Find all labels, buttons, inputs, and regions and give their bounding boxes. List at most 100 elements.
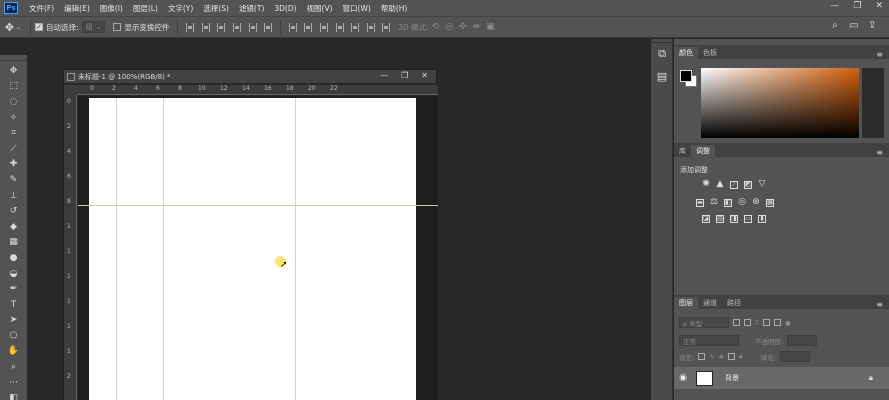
filter-shape-icon[interactable] — [762, 319, 770, 326]
tab-channels[interactable]: 通道 — [698, 297, 722, 309]
lock-position-icon[interactable]: ✥ — [719, 353, 724, 361]
guide-vertical[interactable] — [116, 98, 117, 400]
invert-icon[interactable]: ◪ — [702, 215, 710, 223]
crop-tool-icon[interactable]: ⌗ — [0, 125, 27, 141]
foreground-color-swatch[interactable] — [680, 70, 692, 82]
align-left-icon[interactable] — [232, 22, 241, 32]
document-restore-button[interactable]: ❐ — [401, 71, 408, 80]
menu-edit[interactable]: 编辑(E) — [59, 3, 95, 14]
distribute-right-icon[interactable] — [366, 22, 375, 32]
vibrance-icon[interactable]: ▽ — [758, 180, 766, 189]
filter-type-icon[interactable]: T — [755, 319, 759, 327]
posterize-icon[interactable]: ▥ — [716, 215, 724, 223]
auto-select-checkbox[interactable]: ✓ — [35, 23, 43, 31]
panel-menu-icon[interactable]: ≡ — [876, 148, 883, 157]
zoom-tool-icon[interactable]: ⌕ — [0, 359, 27, 375]
align-vcenter-icon[interactable] — [201, 22, 210, 32]
pasteboard[interactable]: ➚ — [78, 96, 438, 400]
menu-image[interactable]: 图像(I) — [95, 3, 128, 14]
filter-smart-object-icon[interactable] — [773, 319, 781, 326]
auto-select-dropdown[interactable]: 组 ⌄ — [81, 21, 106, 33]
history-brush-tool-icon[interactable]: ↺ — [0, 203, 27, 219]
tab-layers[interactable]: 图层 — [674, 297, 698, 309]
guide-vertical[interactable] — [163, 98, 164, 400]
lock-image-icon[interactable]: ✎ — [709, 353, 714, 361]
ruler-corner[interactable] — [64, 85, 77, 95]
toolbar-grip[interactable] — [0, 55, 27, 61]
hue-saturation-icon[interactable]: ▬ — [696, 199, 704, 207]
tab-swatches[interactable]: 色板 — [698, 47, 722, 59]
minimize-button[interactable]: — — [830, 1, 839, 11]
distribute-top-icon[interactable] — [288, 22, 297, 32]
blur-tool-icon[interactable]: ● — [0, 250, 27, 266]
guide-vertical[interactable] — [295, 98, 296, 400]
workspace-icon[interactable]: ▭ — [849, 20, 858, 31]
document-minimize-button[interactable]: — — [380, 71, 388, 80]
align-hcenter-icon[interactable] — [248, 22, 257, 32]
menu-type[interactable]: 文字(Y) — [163, 3, 198, 14]
eyedropper-tool-icon[interactable]: ⟋ — [0, 141, 27, 157]
lasso-tool-icon[interactable]: ◌ — [0, 94, 27, 110]
gradient-map-icon[interactable]: ▭ — [744, 215, 752, 223]
pen-tool-icon[interactable]: ✒ — [0, 281, 27, 297]
black-white-icon[interactable]: ◧ — [724, 199, 732, 207]
auto-align-icon[interactable] — [382, 22, 391, 32]
align-bottom-icon[interactable] — [217, 22, 226, 32]
vertical-ruler[interactable]: 0 2 4 6 8 1 1 1 1 1 1 2 — [64, 95, 77, 400]
clone-stamp-tool-icon[interactable]: ⊥ — [0, 188, 27, 204]
photo-filter-icon[interactable]: ◎ — [738, 198, 746, 207]
marquee-tool-icon[interactable]: ⬚ — [0, 79, 27, 95]
3d-camera-icon[interactable]: ▣ — [486, 22, 495, 32]
brightness-contrast-icon[interactable]: ✺ — [702, 180, 710, 189]
channel-mixer-icon[interactable]: ⊛ — [752, 198, 760, 207]
panel-menu-icon[interactable]: ≡ — [876, 300, 883, 309]
3d-roll-icon[interactable]: ◎ — [445, 22, 453, 32]
move-tool-preset-icon[interactable]: ✥ ⌄ — [0, 21, 26, 34]
magic-wand-tool-icon[interactable]: ✧ — [0, 110, 27, 126]
show-transform-checkbox[interactable] — [113, 23, 122, 31]
exposure-icon[interactable]: ◩ — [744, 181, 752, 189]
3d-pan-icon[interactable]: ✣ — [459, 22, 467, 32]
history-panel-icon[interactable]: ⧉ — [651, 43, 673, 65]
lock-transparent-icon[interactable] — [698, 353, 706, 360]
share-icon[interactable]: ⇪ — [868, 20, 876, 31]
lock-artboard-icon[interactable] — [728, 353, 736, 360]
tab-libraries[interactable]: 库 — [674, 145, 691, 157]
threshold-icon[interactable]: ◨ — [730, 215, 738, 223]
distribute-hcenter-icon[interactable] — [351, 22, 360, 32]
gradient-tool-icon[interactable]: ▦ — [0, 235, 27, 251]
move-tool-icon[interactable]: ✥ — [0, 63, 27, 79]
align-right-icon[interactable] — [264, 22, 273, 32]
eraser-tool-icon[interactable]: ◆ — [0, 219, 27, 235]
menu-select[interactable]: 选择(S) — [198, 3, 234, 14]
menu-view[interactable]: 视图(V) — [302, 3, 338, 14]
color-swatches-icon[interactable]: ◧ — [0, 390, 27, 400]
tab-color[interactable]: 颜色 — [674, 47, 698, 59]
document-canvas[interactable]: ➚ — [78, 98, 438, 400]
filter-toggle-icon[interactable]: ● — [785, 319, 791, 327]
tab-adjustments[interactable]: 调整 — [691, 145, 715, 157]
layer-name[interactable]: 背景 — [725, 373, 739, 383]
brush-tool-icon[interactable]: ✎ — [0, 172, 27, 188]
layer-row-background[interactable]: ◉ 背景 🔒︎ — [674, 367, 889, 389]
search-icon[interactable]: ⌕ — [832, 20, 838, 31]
layer-kind-filter[interactable]: ρ 类型 — [679, 317, 729, 328]
menu-help[interactable]: 帮助(H) — [376, 3, 413, 14]
type-tool-icon[interactable]: T — [0, 297, 27, 313]
blend-mode-dropdown[interactable]: 正常 — [679, 335, 739, 346]
more-tools-icon[interactable]: ⋯ — [0, 375, 27, 391]
filter-pixel-icon[interactable] — [733, 319, 740, 326]
distribute-bottom-icon[interactable] — [319, 22, 328, 32]
selective-color-icon[interactable]: ▮ — [758, 215, 766, 223]
tab-paths[interactable]: 路径 — [722, 297, 746, 309]
menu-window[interactable]: 窗口(W) — [338, 3, 376, 14]
menu-file[interactable]: 文件(F) — [24, 3, 59, 14]
lock-all-icon[interactable]: 🔒︎ — [739, 352, 742, 361]
align-top-icon[interactable] — [186, 22, 195, 32]
guide-horizontal[interactable] — [78, 205, 438, 206]
3d-orbit-icon[interactable]: ⟲ — [432, 22, 440, 32]
menu-layer[interactable]: 图层(L) — [128, 3, 163, 14]
shape-tool-icon[interactable]: ⬠ — [0, 328, 27, 344]
visibility-eye-icon[interactable]: ◉ — [674, 373, 692, 383]
distribute-left-icon[interactable] — [335, 22, 344, 32]
